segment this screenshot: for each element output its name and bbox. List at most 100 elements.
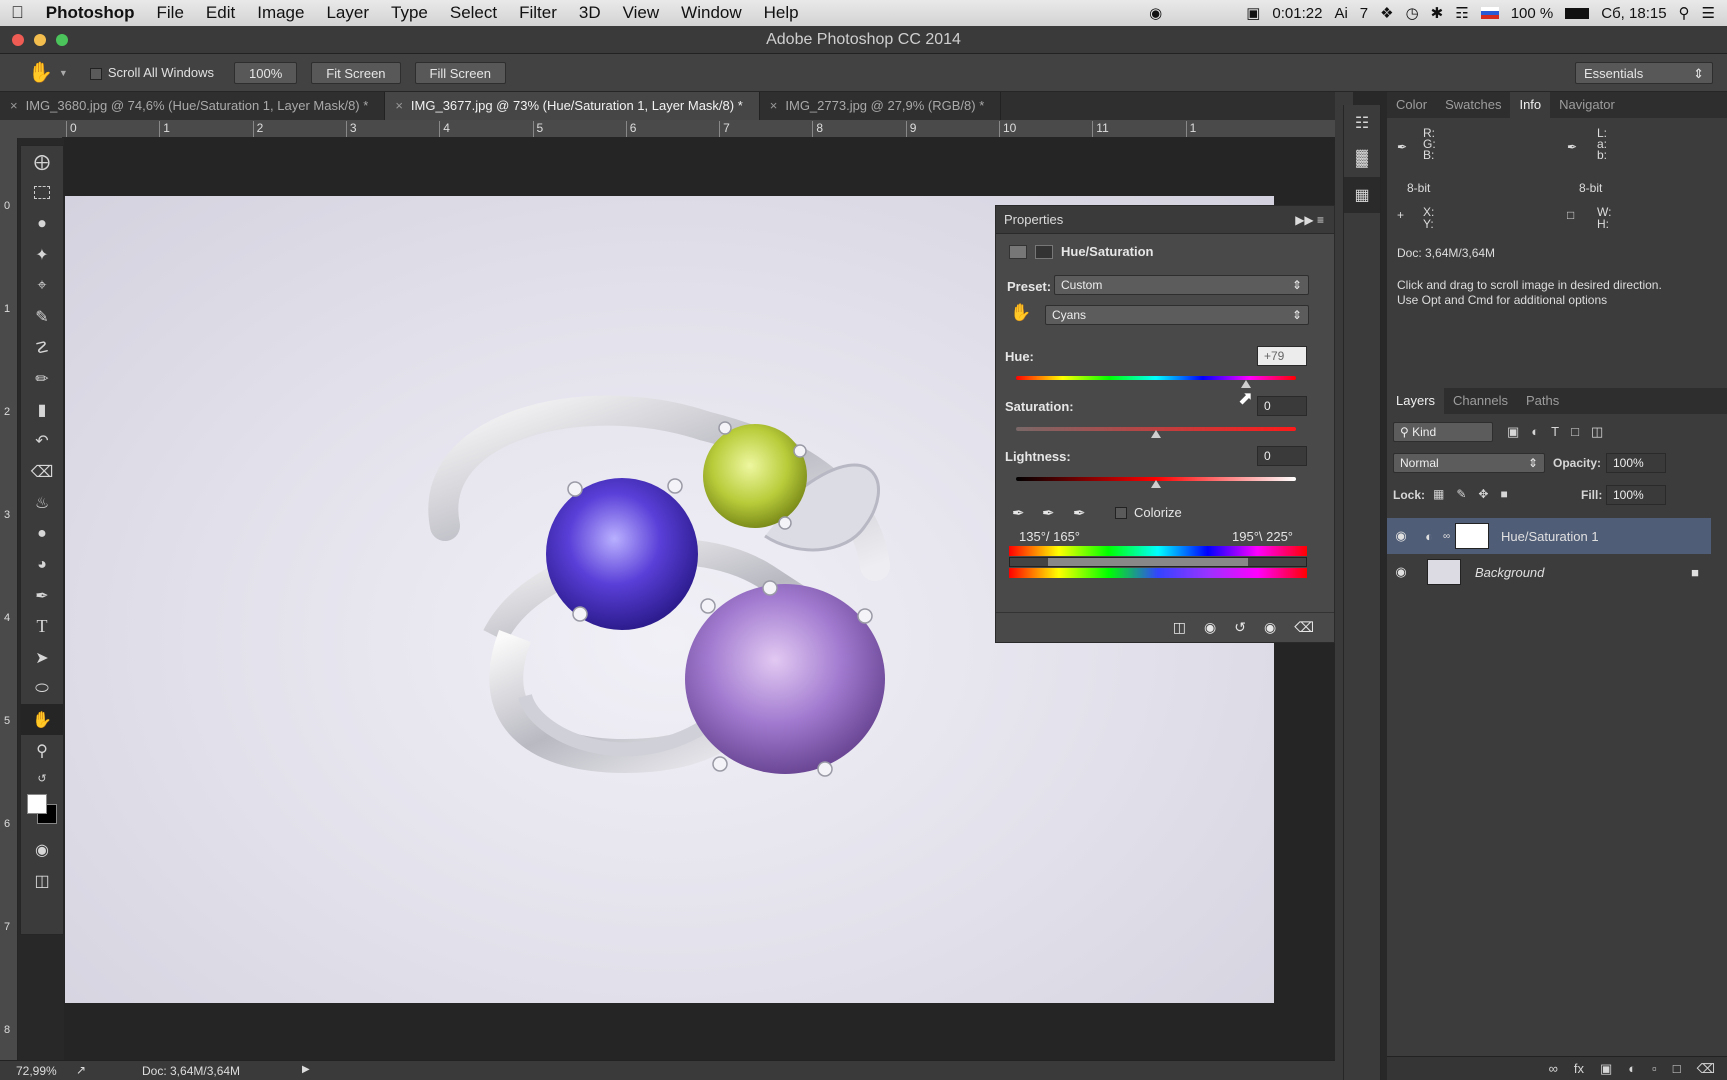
fill-input[interactable]: 100% <box>1606 485 1666 505</box>
zoom-tool[interactable]: ⚲ <box>21 735 63 766</box>
fx-icon[interactable]: fx <box>1574 1061 1584 1077</box>
hue-input[interactable]: +79 <box>1257 346 1307 366</box>
horizontal-ruler[interactable]: 0 1 2 3 4 5 6 7 8 9 10 11 1 <box>62 120 1335 138</box>
apple-icon[interactable]:  <box>0 0 35 26</box>
close-tab-icon[interactable]: × <box>10 98 18 113</box>
eyedropper-icon[interactable]: ✒ <box>1012 504 1025 522</box>
new-group-icon[interactable]: ▫ <box>1652 1061 1657 1077</box>
adobe-ai-icon[interactable]: Ai <box>1334 5 1347 22</box>
quick-mask-icon[interactable]: ◉ <box>21 834 63 865</box>
time-machine-icon[interactable]: ◷ <box>1406 4 1419 22</box>
colorize-checkbox[interactable] <box>1115 507 1127 519</box>
menu-window[interactable]: Window <box>670 0 752 26</box>
hand-tool[interactable]: ✋ <box>21 704 63 735</box>
filter-smart-object-icon[interactable]: ◫ <box>1591 424 1603 440</box>
tab-channels[interactable]: Channels <box>1444 388 1517 414</box>
layer-name[interactable]: Background <box>1475 565 1544 580</box>
saturation-input[interactable]: 0 <box>1257 396 1307 416</box>
lightness-slider-thumb[interactable] <box>1151 480 1161 488</box>
adjustment-icon[interactable] <box>1009 244 1027 259</box>
screen-record-icon[interactable]: ▣ <box>1246 4 1260 22</box>
hue-slider-track[interactable] <box>1016 376 1296 380</box>
new-layer-icon[interactable]: □ <box>1673 1061 1681 1077</box>
menu-select[interactable]: Select <box>439 0 508 26</box>
evernote-icon[interactable]: ◉ <box>1149 4 1162 22</box>
menu-type[interactable]: Type <box>380 0 439 26</box>
eyedropper-tool[interactable]: ✎ <box>21 301 63 332</box>
opacity-input[interactable]: 100% <box>1606 453 1666 473</box>
range-slider[interactable] <box>1009 557 1307 567</box>
eyedropper-plus-icon[interactable]: ✒ <box>1042 504 1055 522</box>
close-window-button[interactable] <box>12 34 24 46</box>
panel-menu-icon[interactable]: ▶▶ ≡ <box>1295 206 1324 234</box>
fill-screen-button[interactable]: Fill Screen <box>414 61 506 84</box>
menu-view[interactable]: View <box>612 0 671 26</box>
status-menu-arrow-icon[interactable]: ▶ <box>302 1064 310 1075</box>
workspace-select[interactable]: Essentials ⇕ <box>1575 61 1713 84</box>
menu-layer[interactable]: Layer <box>315 0 380 26</box>
zoom-window-button[interactable] <box>56 34 68 46</box>
trash-icon[interactable]: ⌫ <box>1697 1061 1715 1077</box>
menu-edit[interactable]: Edit <box>195 0 246 26</box>
clip-to-layer-icon[interactable]: ◫ <box>1173 619 1186 636</box>
tab-paths[interactable]: Paths <box>1517 388 1568 414</box>
filter-type-icon[interactable]: T <box>1551 424 1559 440</box>
layer-name[interactable]: Hue/Saturation 1 <box>1501 529 1599 544</box>
color-range-select[interactable]: Cyans ⇕ <box>1045 305 1309 325</box>
visibility-eye-icon[interactable]: ◉ <box>1387 564 1415 580</box>
menu-app-photoshop[interactable]: Photoshop <box>35 0 146 26</box>
hue-slider-thumb[interactable] <box>1241 380 1251 388</box>
doc-tab[interactable]: × IMG_3680.jpg @ 74,6% (Hue/Saturation 1,… <box>0 92 386 120</box>
notification-center-icon[interactable]: ☰ <box>1702 4 1715 22</box>
history-panel-icon[interactable]: ☷ <box>1344 105 1380 141</box>
close-tab-icon[interactable]: × <box>395 98 403 113</box>
brush-tool[interactable]: ✏ <box>21 363 63 394</box>
bluetooth-icon[interactable]: ✱ <box>1431 4 1444 22</box>
screen-mode-icon[interactable]: ◫ <box>21 865 63 896</box>
blend-mode-select[interactable]: Normal ⇕ <box>1393 453 1545 473</box>
zoom-level[interactable]: 72,99% <box>16 1064 57 1078</box>
lock-position-icon[interactable]: ✥ <box>1478 487 1488 501</box>
lock-transparency-icon[interactable]: ▦ <box>1433 487 1444 501</box>
tab-info[interactable]: Info <box>1510 92 1551 118</box>
close-tab-icon[interactable]: × <box>770 98 778 113</box>
lasso-tool[interactable]: ⦁ <box>21 208 63 239</box>
layer-row-background[interactable]: ◉ Background ■ <box>1387 554 1711 590</box>
mask-icon[interactable] <box>1035 244 1053 259</box>
scroll-all-windows-checkbox[interactable]: Scroll All Windows <box>89 65 214 80</box>
menu-file[interactable]: File <box>146 0 195 26</box>
filter-shape-icon[interactable]: □ <box>1571 424 1579 440</box>
share-icon[interactable]: ↗ <box>76 1063 86 1077</box>
link-icon[interactable]: ∞ <box>1443 531 1455 542</box>
doc-tab[interactable]: × IMG_2773.jpg @ 27,9% (RGB/8) * <box>760 92 1002 120</box>
tab-swatches[interactable]: Swatches <box>1436 92 1510 118</box>
eyedropper-minus-icon[interactable]: ✒ <box>1073 504 1086 522</box>
preset-select[interactable]: Custom ⇕ <box>1054 275 1309 295</box>
magic-wand-tool[interactable]: ✦ <box>21 239 63 270</box>
properties-header[interactable]: Properties ▶▶ ≡ <box>996 206 1334 234</box>
tab-layers[interactable]: Layers <box>1387 388 1445 414</box>
filter-adjustment-icon[interactable]: ◐ <box>1531 424 1539 440</box>
type-tool[interactable]: T <box>21 611 63 642</box>
input-flag-icon[interactable] <box>1480 7 1499 19</box>
lightness-input[interactable]: 0 <box>1257 446 1307 466</box>
menu-help[interactable]: Help <box>753 0 810 26</box>
filter-pixel-icon[interactable]: ▣ <box>1507 424 1519 440</box>
visibility-eye-icon[interactable]: ◉ <box>1387 528 1415 544</box>
fit-screen-button[interactable]: Fit Screen <box>311 61 401 84</box>
view-previous-icon[interactable]: ◉ <box>1204 619 1216 636</box>
reset-icon[interactable]: ↺ <box>1234 619 1246 636</box>
paint-bucket-tool[interactable]: ♨ <box>21 487 63 518</box>
link-layers-icon[interactable]: ∞ <box>1549 1061 1558 1077</box>
tab-navigator[interactable]: Navigator <box>1550 92 1624 118</box>
vertical-ruler[interactable]: 0 1 2 3 4 5 6 7 8 <box>0 138 18 1060</box>
healing-brush-tool[interactable]: ☡ <box>21 332 63 363</box>
dropbox-icon[interactable]: ❖ <box>1380 4 1393 22</box>
minimize-window-button[interactable] <box>34 34 46 46</box>
clone-stamp-tool[interactable]: ▮ <box>21 394 63 425</box>
crop-tool[interactable]: ⌖ <box>21 270 63 301</box>
clock[interactable]: Сб, 18:15 <box>1601 5 1666 22</box>
wifi-icon[interactable]: ☶ <box>1455 4 1468 22</box>
lock-pixels-icon[interactable]: ✎ <box>1456 487 1466 501</box>
marquee-tool[interactable] <box>21 177 63 208</box>
